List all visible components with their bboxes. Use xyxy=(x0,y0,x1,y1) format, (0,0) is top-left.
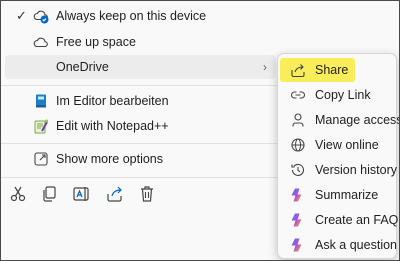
submenu-item-ask-question[interactable]: Ask a question xyxy=(282,233,397,257)
menu-separator xyxy=(1,85,281,86)
submenu-item-view-online[interactable]: View online xyxy=(282,133,392,157)
copilot-icon xyxy=(291,188,302,202)
screenshot-frame: ✓ Always keep on this device Free up spa… xyxy=(0,0,400,261)
menu-item-notepad-plus-plus[interactable]: Edit with Notepad++ xyxy=(5,114,276,138)
menu-item-show-more-options[interactable]: Show more options xyxy=(5,147,276,171)
submenu-item-summarize[interactable]: Summarize xyxy=(282,183,392,207)
cloud-sync-icon xyxy=(33,10,49,24)
person-icon xyxy=(292,113,304,127)
submenu-item-create-faq[interactable]: Create an FAQ xyxy=(282,208,398,232)
menu-item-label: OneDrive xyxy=(56,60,109,74)
menu-separator xyxy=(1,143,281,144)
context-menu: ✓ Always keep on this device Free up spa… xyxy=(1,1,281,260)
menu-item-im-editor[interactable]: Im Editor bearbeiten xyxy=(5,89,276,113)
share-icon[interactable] xyxy=(105,184,125,204)
submenu-item-manage-access[interactable]: Manage access xyxy=(282,108,399,132)
rename-icon[interactable] xyxy=(72,184,92,204)
menu-item-onedrive[interactable]: OneDrive › xyxy=(5,55,276,79)
copy-icon[interactable] xyxy=(39,184,59,204)
quick-actions-toolbar xyxy=(1,182,281,206)
onedrive-submenu: Share Copy Link Manage access View onlin… xyxy=(277,53,399,259)
submenu-item-label: Share xyxy=(315,63,349,77)
cut-icon[interactable] xyxy=(8,184,28,204)
menu-item-label: Always keep on this device xyxy=(56,9,207,23)
notepad-plus-plus-icon xyxy=(34,119,48,134)
menu-item-label: Show more options xyxy=(56,152,164,166)
submenu-item-copy-link[interactable]: Copy Link xyxy=(282,83,392,107)
copilot-icon xyxy=(291,238,302,252)
share-icon xyxy=(291,64,305,78)
expand-icon xyxy=(34,152,48,166)
menu-item-free-up-space[interactable]: Free up space xyxy=(5,30,276,54)
menu-item-label: Free up space xyxy=(56,35,136,49)
delete-icon[interactable] xyxy=(137,184,157,204)
cloud-icon xyxy=(33,37,48,48)
submenu-item-version-history[interactable]: Version history xyxy=(282,158,397,182)
submenu-item-label: Manage access xyxy=(315,113,400,127)
submenu-item-label: Create an FAQ xyxy=(315,213,399,227)
link-icon xyxy=(291,91,305,99)
notebook-icon xyxy=(36,94,46,108)
submenu-item-label: Version history xyxy=(315,163,397,177)
history-icon xyxy=(291,163,305,176)
checkmark-icon: ✓ xyxy=(16,8,27,23)
menu-item-label: Edit with Notepad++ xyxy=(56,119,169,133)
menu-item-label: Im Editor bearbeiten xyxy=(56,94,169,108)
globe-icon xyxy=(291,138,305,152)
menu-item-always-keep[interactable]: ✓ Always keep on this device xyxy=(5,4,276,28)
submenu-item-label: View online xyxy=(315,138,379,152)
copilot-icon xyxy=(291,213,302,227)
submenu-item-label: Ask a question xyxy=(315,238,397,252)
submenu-item-label: Copy Link xyxy=(315,88,371,102)
submenu-item-share[interactable]: Share xyxy=(280,58,355,82)
submenu-item-label: Summarize xyxy=(315,188,379,202)
menu-separator xyxy=(1,177,281,178)
chevron-right-icon: › xyxy=(263,60,267,74)
